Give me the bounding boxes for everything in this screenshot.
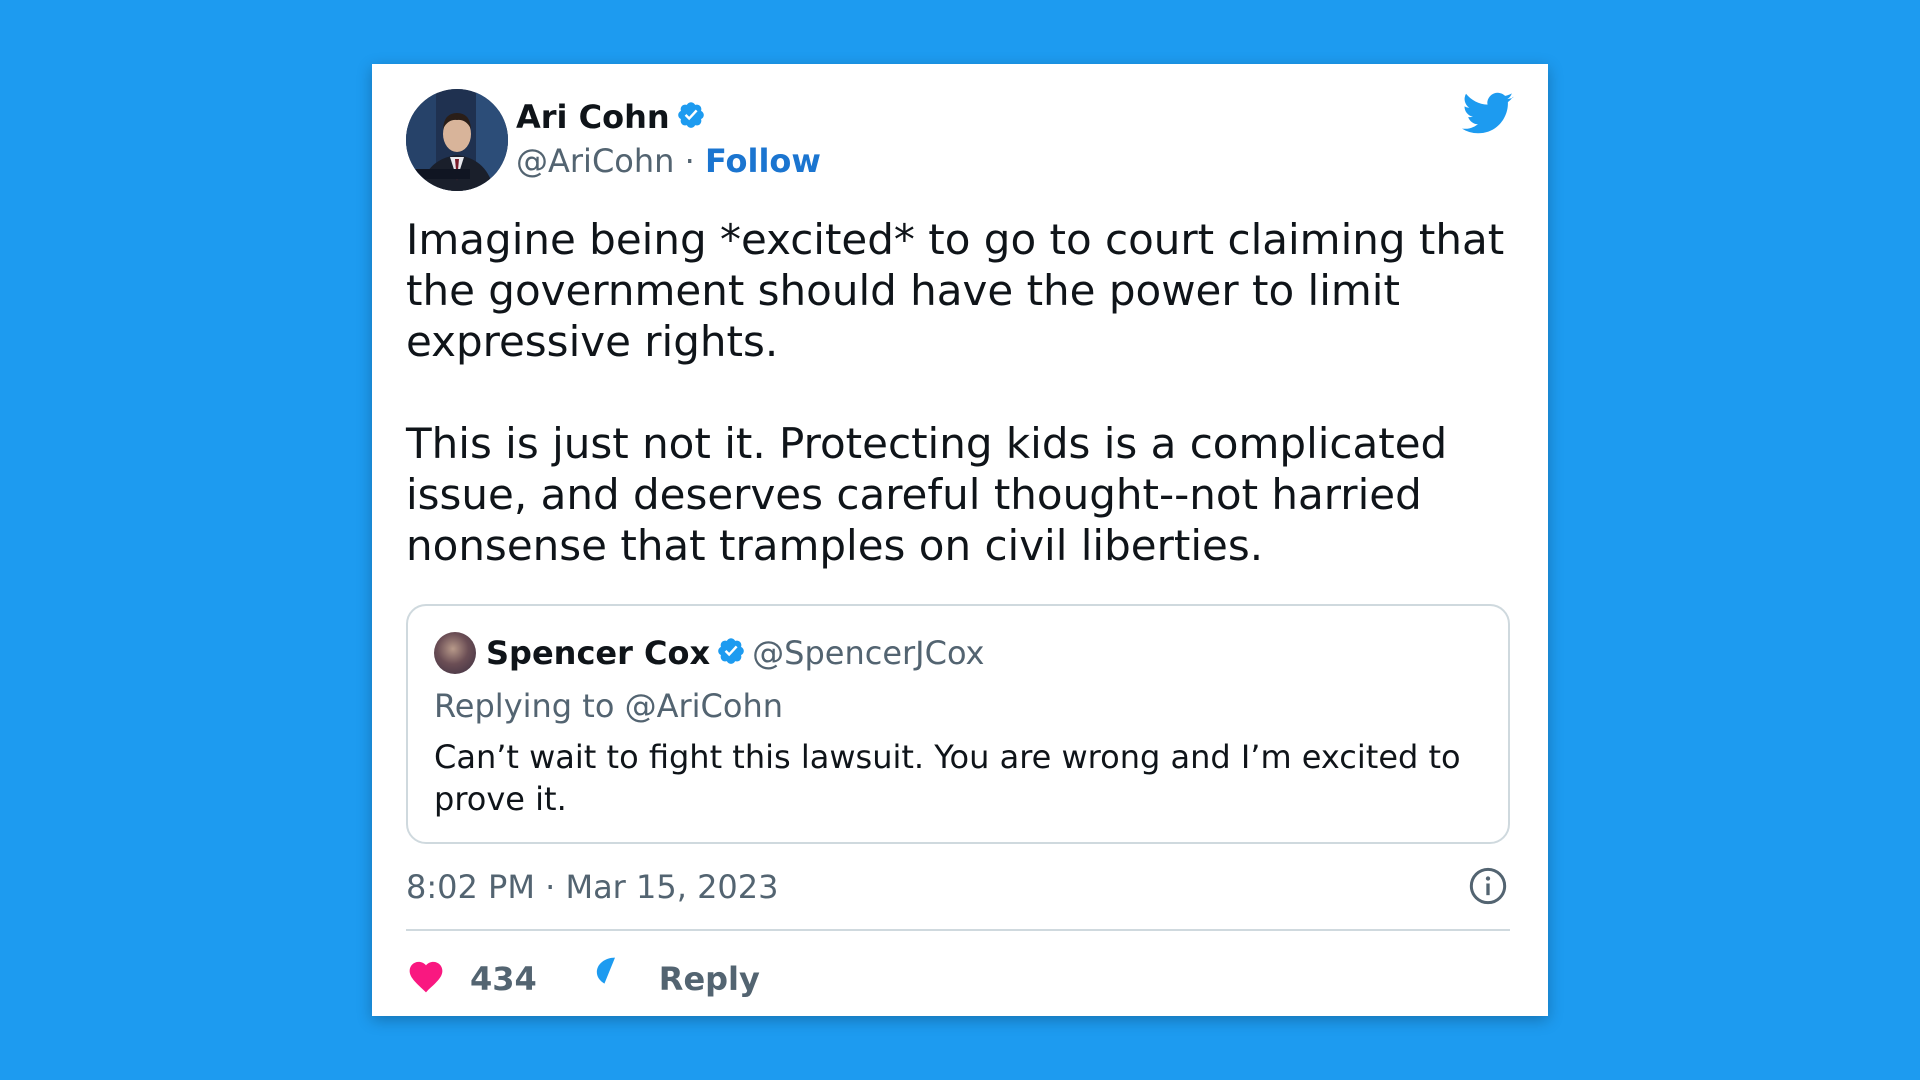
quoted-author-line: Spencer Cox @SpencerJCox xyxy=(486,633,984,675)
tweet-card: Ari Cohn @AriCohn · Follow Imagine being… xyxy=(372,64,1548,1016)
like-button[interactable]: 434 xyxy=(406,957,595,1001)
divider xyxy=(406,929,1510,931)
reply-bubble-icon xyxy=(595,956,659,1002)
tweet-timestamp[interactable]: 8:02 PM · Mar 15, 2023 xyxy=(406,867,779,907)
author-handle-line: @AriCohn · Follow xyxy=(516,142,821,180)
tweet-time[interactable]: 8:02 PM xyxy=(406,868,535,906)
author-name[interactable]: Ari Cohn xyxy=(516,98,706,138)
quoted-author-name[interactable]: Spencer Cox xyxy=(486,634,710,672)
quoted-author-handle[interactable]: @SpencerJCox xyxy=(752,634,984,672)
author-name-text[interactable]: Ari Cohn xyxy=(516,98,670,136)
reply-button[interactable]: Reply xyxy=(595,956,760,1002)
tweet-text: Imagine being *excited* to go to court c… xyxy=(406,215,1505,570)
verified-badge-icon xyxy=(676,100,706,138)
like-count: 434 xyxy=(470,960,537,998)
author-handle[interactable]: @AriCohn xyxy=(516,142,674,180)
author-avatar[interactable] xyxy=(406,89,508,191)
follow-button[interactable]: Follow xyxy=(705,142,821,180)
heart-icon xyxy=(406,957,470,1001)
separator-dot: · xyxy=(684,142,695,180)
separator-dot: · xyxy=(545,868,556,906)
verified-badge-icon xyxy=(716,635,746,675)
tweet-actions: 434 Reply xyxy=(406,954,760,1004)
reply-label[interactable]: Reply xyxy=(659,960,760,998)
quoted-tweet[interactable]: Spencer Cox @SpencerJCox Replying to @Ari… xyxy=(406,604,1510,844)
quoted-author-avatar[interactable] xyxy=(434,632,476,674)
info-icon[interactable] xyxy=(1468,866,1508,910)
replying-to[interactable]: Replying to @AriCohn xyxy=(434,686,783,726)
twitter-bird-icon[interactable] xyxy=(1462,92,1514,140)
tweet-date[interactable]: Mar 15, 2023 xyxy=(565,868,778,906)
quoted-tweet-text: Can’t wait to fight this lawsuit. You ar… xyxy=(434,738,1461,818)
